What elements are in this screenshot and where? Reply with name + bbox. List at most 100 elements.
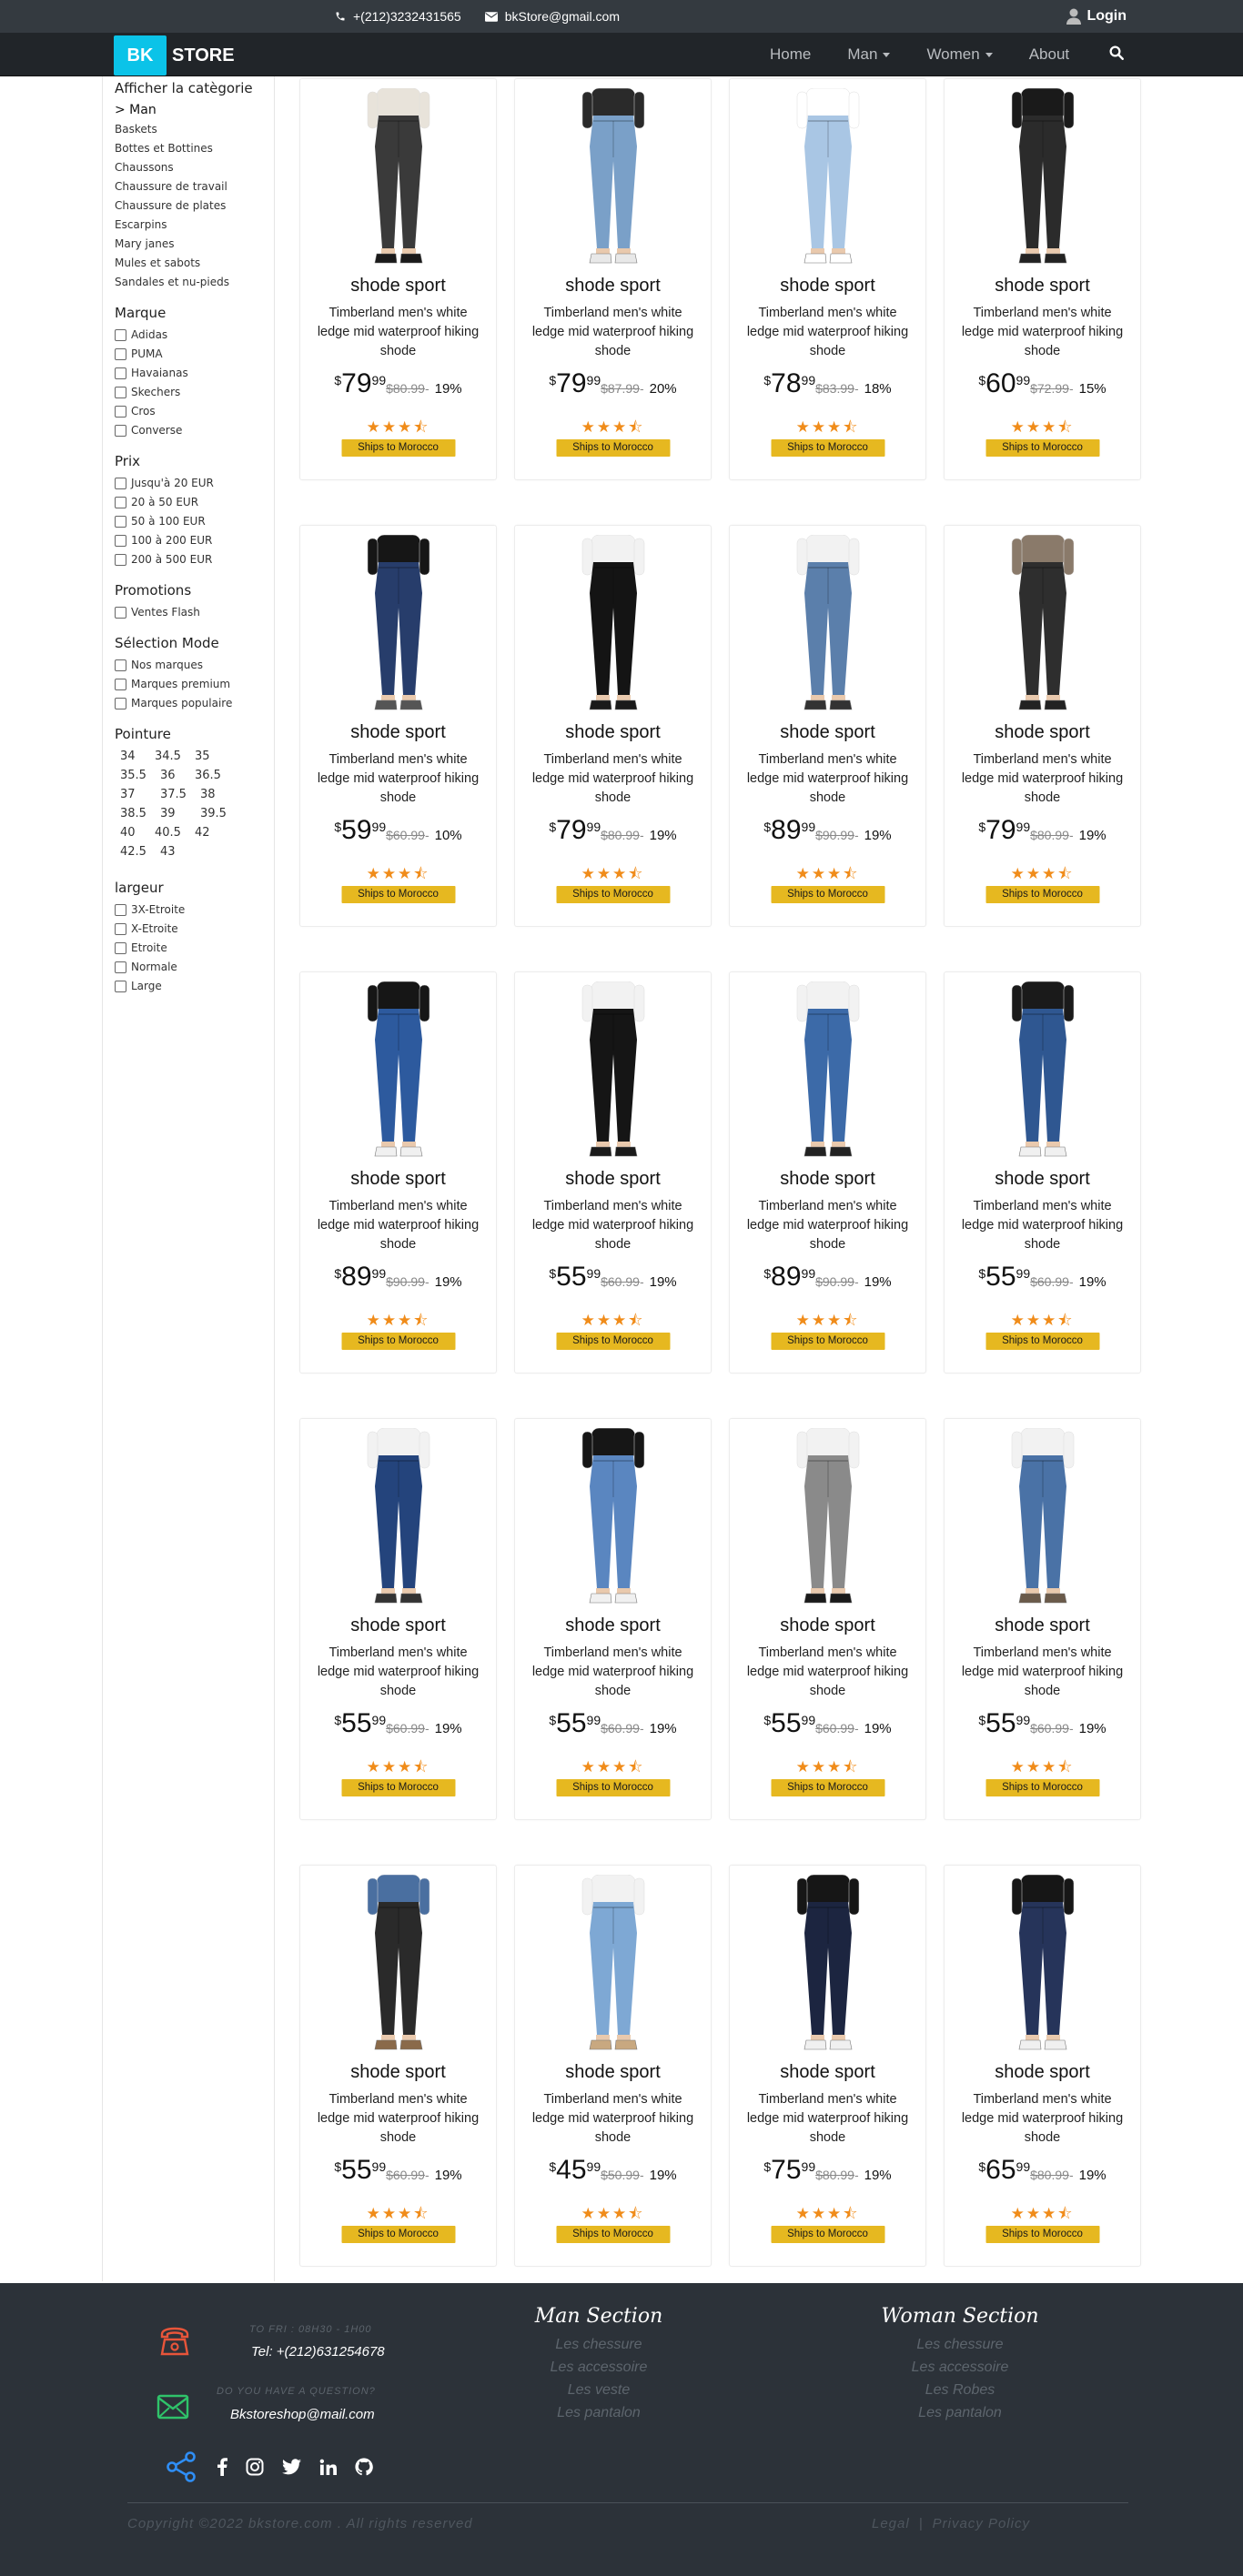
privacy-policy-link[interactable]: Privacy Policy bbox=[933, 2516, 1030, 2531]
footer-man-link[interactable]: Les pantalon bbox=[490, 2401, 708, 2424]
product-name[interactable]: shode sport bbox=[300, 2062, 496, 2083]
width-filter-checkbox[interactable]: Large bbox=[115, 977, 274, 996]
width-filter-checkbox[interactable]: 3X-Etroite bbox=[115, 901, 274, 920]
product-name[interactable]: shode sport bbox=[300, 276, 496, 297]
product-card[interactable]: shode sport Timberland men's white ledge … bbox=[729, 971, 926, 1374]
checkbox-square[interactable] bbox=[115, 329, 126, 341]
footer-man-link[interactable]: Les veste bbox=[490, 2379, 708, 2401]
brand-filter-checkbox[interactable]: Cros bbox=[115, 402, 274, 421]
category-link[interactable]: Baskets bbox=[115, 120, 274, 139]
size-option[interactable]: 36 bbox=[155, 766, 189, 785]
linkedin-icon[interactable] bbox=[319, 2459, 337, 2480]
footer-email[interactable]: Bkstoreshop@mail.com bbox=[230, 2407, 375, 2422]
checkbox-square[interactable] bbox=[115, 478, 126, 489]
nav-about[interactable]: About bbox=[1029, 45, 1069, 64]
legal-link[interactable]: Legal bbox=[872, 2516, 910, 2531]
checkbox-square[interactable] bbox=[115, 679, 126, 690]
checkbox-square[interactable] bbox=[115, 516, 126, 528]
price-filter-checkbox[interactable]: 200 à 500 EUR bbox=[115, 550, 274, 569]
product-card[interactable]: shode sport Timberland men's white ledge … bbox=[514, 1418, 712, 1820]
checkbox-square[interactable] bbox=[115, 348, 126, 360]
footer-woman-link[interactable]: Les chessure bbox=[851, 2333, 1069, 2356]
checkbox-square[interactable] bbox=[115, 387, 126, 398]
price-filter-checkbox[interactable]: 100 à 200 EUR bbox=[115, 531, 274, 550]
checkbox-square[interactable] bbox=[115, 698, 126, 709]
product-image[interactable] bbox=[999, 534, 1086, 713]
product-card[interactable]: shode sport Timberland men's white ledge … bbox=[944, 971, 1141, 1374]
checkbox-square[interactable] bbox=[115, 961, 126, 973]
footer-man-link[interactable]: Les chessure bbox=[490, 2333, 708, 2356]
checkbox-square[interactable] bbox=[115, 497, 126, 508]
product-card[interactable]: shode sport Timberland men's white ledge … bbox=[299, 525, 497, 927]
nav-man-dropdown[interactable]: Man bbox=[847, 45, 891, 64]
product-image[interactable] bbox=[784, 981, 872, 1160]
product-image[interactable] bbox=[784, 1874, 872, 2053]
nav-home[interactable]: Home bbox=[770, 45, 811, 64]
product-image[interactable] bbox=[355, 87, 442, 267]
product-card[interactable]: shode sport Timberland men's white ledge … bbox=[944, 78, 1141, 480]
product-image[interactable] bbox=[570, 534, 657, 713]
product-image[interactable] bbox=[570, 981, 657, 1160]
size-option[interactable]: 34 bbox=[115, 747, 149, 766]
width-filter-checkbox[interactable]: Etroite bbox=[115, 939, 274, 958]
search-icon[interactable] bbox=[1108, 45, 1125, 65]
product-card[interactable]: shode sport Timberland men's white ledge … bbox=[514, 971, 712, 1374]
product-card[interactable]: shode sport Timberland men's white ledge … bbox=[299, 78, 497, 480]
product-image[interactable] bbox=[999, 981, 1086, 1160]
size-option[interactable]: 34.5 bbox=[149, 747, 189, 766]
product-name[interactable]: shode sport bbox=[730, 722, 925, 743]
product-card[interactable]: shode sport Timberland men's white ledge … bbox=[514, 78, 712, 480]
size-option[interactable]: 40.5 bbox=[149, 823, 189, 842]
product-name[interactable]: shode sport bbox=[730, 2062, 925, 2083]
size-option[interactable]: 38 bbox=[195, 785, 229, 804]
size-option[interactable]: 36.5 bbox=[189, 766, 229, 785]
product-name[interactable]: shode sport bbox=[300, 1169, 496, 1190]
size-option[interactable]: 35.5 bbox=[115, 766, 155, 785]
product-card[interactable]: shode sport Timberland men's white ledge … bbox=[299, 971, 497, 1374]
size-option[interactable]: 40 bbox=[115, 823, 149, 842]
login-button[interactable]: Login bbox=[1066, 0, 1127, 33]
product-card[interactable]: shode sport Timberland men's white ledge … bbox=[729, 1418, 926, 1820]
category-link[interactable]: Bottes et Bottines bbox=[115, 139, 274, 158]
checkbox-square[interactable] bbox=[115, 942, 126, 954]
facebook-icon[interactable] bbox=[217, 2458, 227, 2480]
product-image[interactable] bbox=[355, 981, 442, 1160]
product-name[interactable]: shode sport bbox=[730, 1169, 925, 1190]
product-card[interactable]: shode sport Timberland men's white ledge … bbox=[944, 1418, 1141, 1820]
product-card[interactable]: shode sport Timberland men's white ledge … bbox=[729, 1865, 926, 2267]
size-option[interactable]: 35 bbox=[189, 747, 229, 766]
product-card[interactable]: shode sport Timberland men's white ledge … bbox=[944, 525, 1141, 927]
share-icon[interactable] bbox=[166, 2451, 197, 2487]
footer-woman-link[interactable]: Les accessoire bbox=[851, 2356, 1069, 2379]
size-option[interactable]: 37.5 bbox=[155, 785, 195, 804]
product-image[interactable] bbox=[999, 1427, 1086, 1606]
checkbox-square[interactable] bbox=[115, 406, 126, 418]
product-card[interactable]: shode sport Timberland men's white ledge … bbox=[729, 78, 926, 480]
footer-woman-link[interactable]: Les Robes bbox=[851, 2379, 1069, 2401]
promo-filter-checkbox[interactable]: Ventes Flash bbox=[115, 603, 274, 622]
product-image[interactable] bbox=[570, 1427, 657, 1606]
category-link[interactable]: Chaussure de plates bbox=[115, 196, 274, 216]
category-link[interactable]: Mary janes bbox=[115, 235, 274, 254]
brand-filter-checkbox[interactable]: PUMA bbox=[115, 345, 274, 364]
product-image[interactable] bbox=[784, 534, 872, 713]
product-name[interactable]: shode sport bbox=[945, 1169, 1140, 1190]
width-filter-checkbox[interactable]: X-Etroite bbox=[115, 920, 274, 939]
size-option[interactable]: 43 bbox=[155, 842, 189, 861]
checkbox-square[interactable] bbox=[115, 981, 126, 992]
category-link[interactable]: Sandales et nu-pieds bbox=[115, 273, 274, 292]
product-card[interactable]: shode sport Timberland men's white ledge … bbox=[299, 1865, 497, 2267]
nav-women-dropdown[interactable]: Women bbox=[926, 45, 993, 64]
price-filter-checkbox[interactable]: Jusqu'à 20 EUR bbox=[115, 474, 274, 493]
brand-filter-checkbox[interactable]: Converse bbox=[115, 421, 274, 440]
product-name[interactable]: shode sport bbox=[945, 722, 1140, 743]
category-link[interactable]: Escarpins bbox=[115, 216, 274, 235]
product-card[interactable]: shode sport Timberland men's white ledge … bbox=[729, 525, 926, 927]
footer-man-link[interactable]: Les accessoire bbox=[490, 2356, 708, 2379]
mode-filter-checkbox[interactable]: Marques populaire bbox=[115, 694, 274, 713]
github-icon[interactable] bbox=[355, 2458, 373, 2480]
price-filter-checkbox[interactable]: 50 à 100 EUR bbox=[115, 512, 274, 531]
size-option[interactable]: 42 bbox=[189, 823, 229, 842]
twitter-icon[interactable] bbox=[282, 2459, 301, 2480]
checkbox-square[interactable] bbox=[115, 659, 126, 671]
